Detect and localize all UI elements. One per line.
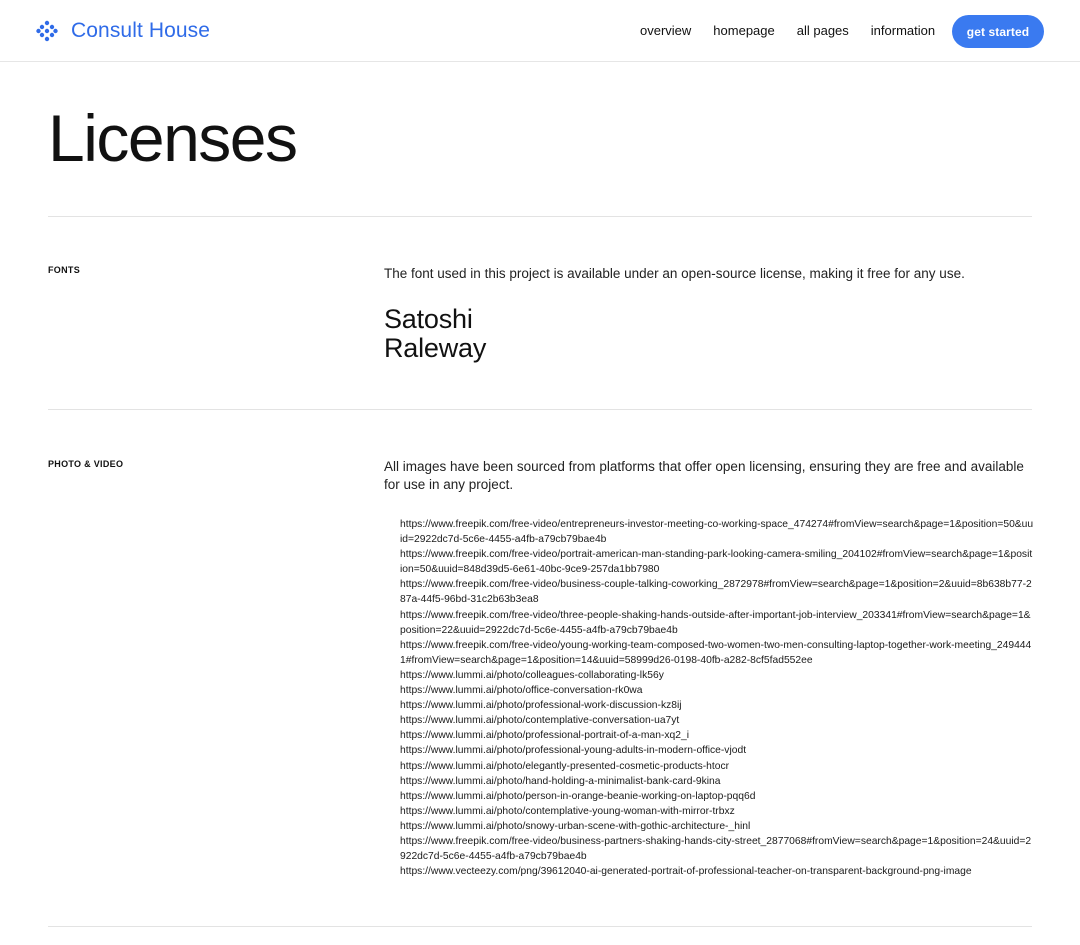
divider xyxy=(48,409,1032,410)
dots-cluster-icon xyxy=(36,20,58,42)
logo[interactable]: Consult House xyxy=(36,19,210,43)
source-link[interactable]: https://www.lummi.ai/photo/professional-… xyxy=(400,743,1034,758)
source-link[interactable]: https://www.freepik.com/free-video/busin… xyxy=(400,577,1034,607)
font-list: Satoshi Raleway xyxy=(384,305,486,363)
divider xyxy=(48,926,1032,927)
get-started-button[interactable]: get started xyxy=(952,15,1044,48)
section-label-fonts: FONTS xyxy=(48,265,80,275)
source-link[interactable]: https://www.freepik.com/free-video/young… xyxy=(400,638,1034,668)
source-link[interactable]: https://www.vecteezy.com/png/39612040-ai… xyxy=(400,864,1034,879)
nav-link-information[interactable]: information xyxy=(871,22,935,40)
divider xyxy=(48,216,1032,217)
section-label-photo-video: PHOTO & VIDEO xyxy=(48,459,124,469)
source-link[interactable]: https://www.freepik.com/free-video/entre… xyxy=(400,517,1034,547)
source-link[interactable]: https://www.lummi.ai/photo/professional-… xyxy=(400,728,1034,743)
source-link[interactable]: https://www.lummi.ai/photo/hand-holding-… xyxy=(400,774,1034,789)
font-name: Satoshi xyxy=(384,304,473,334)
source-link[interactable]: https://www.lummi.ai/photo/snowy-urban-s… xyxy=(400,819,1034,834)
fonts-description: The font used in this project is availab… xyxy=(384,266,965,281)
nav-link-overview[interactable]: overview xyxy=(640,22,691,40)
source-link[interactable]: https://www.lummi.ai/photo/contemplative… xyxy=(400,713,1034,728)
source-link[interactable]: https://www.freepik.com/free-video/portr… xyxy=(400,547,1034,577)
source-link[interactable]: https://www.lummi.ai/photo/office-conver… xyxy=(400,683,1034,698)
font-name: Raleway xyxy=(384,333,487,363)
nav-link-all-pages[interactable]: all pages xyxy=(797,22,849,40)
page-title: Licenses xyxy=(48,101,298,175)
site-header: Consult House overview homepage all page… xyxy=(0,0,1080,62)
source-link[interactable]: https://www.lummi.ai/photo/person-in-ora… xyxy=(400,789,1034,804)
source-link[interactable]: https://www.freepik.com/free-video/busin… xyxy=(400,834,1034,864)
nav-link-homepage[interactable]: homepage xyxy=(713,22,774,40)
source-link[interactable]: https://www.lummi.ai/photo/elegantly-pre… xyxy=(400,759,1034,774)
main-nav: overview homepage all pages information xyxy=(640,22,957,40)
photo-video-description: All images have been sourced from platfo… xyxy=(384,459,1024,492)
logo-text: Consult House xyxy=(71,19,211,42)
source-link[interactable]: https://www.freepik.com/free-video/three… xyxy=(400,608,1034,638)
source-link[interactable]: https://www.lummi.ai/photo/professional-… xyxy=(400,698,1034,713)
source-link[interactable]: https://www.lummi.ai/photo/colleagues-co… xyxy=(400,668,1034,683)
source-link[interactable]: https://www.lummi.ai/photo/contemplative… xyxy=(400,804,1034,819)
source-link-list: https://www.freepik.com/free-video/entre… xyxy=(384,517,1034,879)
